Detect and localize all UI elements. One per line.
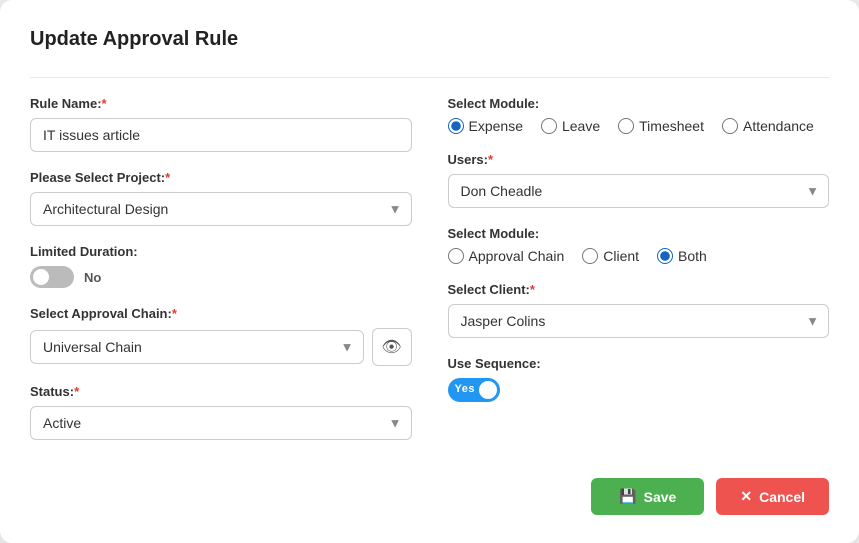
module-timesheet-radio[interactable] xyxy=(618,118,634,134)
users-group: Users:* Don Cheadle Jane Doe ▼ xyxy=(448,152,830,208)
module-label: Select Module: xyxy=(448,96,830,111)
approval-chain-view-button[interactable]: 👁 xyxy=(372,328,412,366)
status-select-wrapper: Active Inactive ▼ xyxy=(30,406,412,440)
approval-chain-row: Universal Chain Finance Chain HR Chain ▼… xyxy=(30,328,412,366)
module-group: Select Module: Expense Leave Timesheet xyxy=(448,96,830,134)
module2-client-radio[interactable] xyxy=(582,248,598,264)
form-layout: Rule Name:* Please Select Project:* Arch… xyxy=(30,96,829,458)
update-approval-rule-modal: Update Approval Rule Rule Name:* Please … xyxy=(0,0,859,543)
module2-both-label: Both xyxy=(678,248,707,264)
module-radio-group: Expense Leave Timesheet Attendance xyxy=(448,118,830,134)
users-select[interactable]: Don Cheadle Jane Doe xyxy=(448,174,830,208)
module-attendance-option[interactable]: Attendance xyxy=(722,118,814,134)
use-sequence-knob xyxy=(479,381,497,399)
module-timesheet-option[interactable]: Timesheet xyxy=(618,118,704,134)
approval-chain-select[interactable]: Universal Chain Finance Chain HR Chain xyxy=(30,330,364,364)
right-column: Select Module: Expense Leave Timesheet xyxy=(448,96,830,458)
use-sequence-toggle[interactable]: Yes xyxy=(448,378,500,402)
module2-label: Select Module: xyxy=(448,226,830,241)
module-expense-radio[interactable] xyxy=(448,118,464,134)
limited-duration-label: Limited Duration: xyxy=(30,244,412,259)
approval-chain-label: Select Approval Chain:* xyxy=(30,306,412,321)
users-select-wrapper: Don Cheadle Jane Doe ▼ xyxy=(448,174,830,208)
module-attendance-radio[interactable] xyxy=(722,118,738,134)
save-button[interactable]: 💾 Save xyxy=(591,478,704,515)
status-select[interactable]: Active Inactive xyxy=(30,406,412,440)
limited-duration-toggle-label: No xyxy=(84,270,101,285)
module2-client-label: Client xyxy=(603,248,639,264)
modal-title: Update Approval Rule xyxy=(30,28,829,51)
rule-name-label: Rule Name:* xyxy=(30,96,412,111)
client-select-wrapper: Jasper Colins John Smith ▼ xyxy=(448,304,830,338)
module-expense-option[interactable]: Expense xyxy=(448,118,523,134)
cancel-icon: ✕ xyxy=(740,488,752,505)
module2-both-radio[interactable] xyxy=(657,248,673,264)
cancel-label: Cancel xyxy=(759,489,805,505)
project-select[interactable]: Architectural Design Project Alpha Proje… xyxy=(30,192,412,226)
rule-name-group: Rule Name:* xyxy=(30,96,412,152)
limited-duration-toggle-row: No xyxy=(30,266,412,288)
use-sequence-toggle-container: Yes xyxy=(448,378,830,402)
users-label: Users:* xyxy=(448,152,830,167)
save-icon: 💾 xyxy=(619,488,636,505)
module-expense-label: Expense xyxy=(469,118,523,134)
module2-client-option[interactable]: Client xyxy=(582,248,639,264)
approval-chain-group: Select Approval Chain:* Universal Chain … xyxy=(30,306,412,366)
status-label: Status:* xyxy=(30,384,412,399)
divider xyxy=(30,77,829,78)
use-sequence-label: Use Sequence: xyxy=(448,356,830,371)
project-select-wrapper: Architectural Design Project Alpha Proje… xyxy=(30,192,412,226)
approval-chain-select-wrapper: Universal Chain Finance Chain HR Chain ▼ xyxy=(30,330,364,364)
limited-duration-slider xyxy=(30,266,74,288)
limited-duration-toggle[interactable] xyxy=(30,266,74,288)
module-leave-option[interactable]: Leave xyxy=(541,118,600,134)
client-group: Select Client:* Jasper Colins John Smith… xyxy=(448,282,830,338)
project-group: Please Select Project:* Architectural De… xyxy=(30,170,412,226)
module2-radio-group: Approval Chain Client Both xyxy=(448,248,830,264)
module-leave-radio[interactable] xyxy=(541,118,557,134)
module2-approval-chain-label: Approval Chain xyxy=(469,248,565,264)
module2-group: Select Module: Approval Chain Client Bot… xyxy=(448,226,830,264)
eye-icon: 👁 xyxy=(381,337,401,357)
project-label: Please Select Project:* xyxy=(30,170,412,185)
module2-approval-chain-option[interactable]: Approval Chain xyxy=(448,248,565,264)
module-leave-label: Leave xyxy=(562,118,600,134)
status-group: Status:* Active Inactive ▼ xyxy=(30,384,412,440)
cancel-button[interactable]: ✕ Cancel xyxy=(716,478,829,515)
button-row: 💾 Save ✕ Cancel xyxy=(30,478,829,515)
use-sequence-yes-label: Yes xyxy=(455,383,475,395)
client-select[interactable]: Jasper Colins John Smith xyxy=(448,304,830,338)
module-timesheet-label: Timesheet xyxy=(639,118,704,134)
save-label: Save xyxy=(644,489,677,505)
limited-duration-group: Limited Duration: No xyxy=(30,244,412,288)
rule-name-input[interactable] xyxy=(30,118,412,152)
module-attendance-label: Attendance xyxy=(743,118,814,134)
module2-approval-chain-radio[interactable] xyxy=(448,248,464,264)
client-label: Select Client:* xyxy=(448,282,830,297)
left-column: Rule Name:* Please Select Project:* Arch… xyxy=(30,96,412,458)
use-sequence-group: Use Sequence: Yes xyxy=(448,356,830,402)
module2-both-option[interactable]: Both xyxy=(657,248,707,264)
